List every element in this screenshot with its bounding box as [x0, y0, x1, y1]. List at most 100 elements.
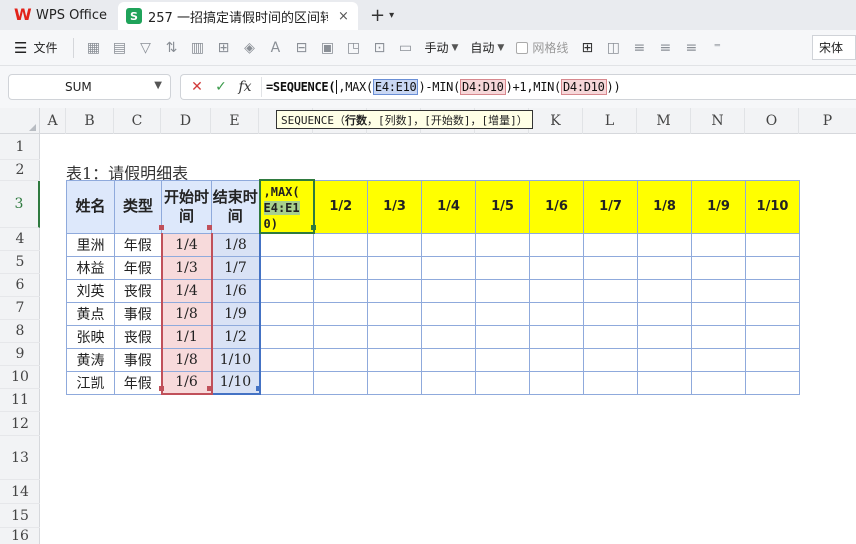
cell-end[interactable]: 1/7: [210, 255, 261, 280]
empty-cell[interactable]: [691, 301, 746, 326]
cell-start[interactable]: 1/4: [160, 278, 213, 303]
chevron-down-icon[interactable]: ▼: [154, 80, 162, 91]
image-icon[interactable]: ⊡: [368, 37, 390, 59]
empty-cell[interactable]: [259, 278, 314, 303]
empty-cell[interactable]: [313, 232, 368, 257]
empty-cell[interactable]: [475, 278, 530, 303]
row-header-15[interactable]: 15: [0, 504, 40, 528]
empty-cell[interactable]: [475, 324, 530, 349]
empty-cell[interactable]: [313, 370, 368, 395]
borders-icon[interactable]: ⊞: [212, 37, 234, 59]
cell-name[interactable]: 黄点: [66, 301, 115, 326]
active-cell-f3[interactable]: ,MAX(E4:E1 0): [258, 179, 315, 234]
empty-cell[interactable]: [529, 232, 584, 257]
range-handle-start-top-right[interactable]: [207, 225, 212, 230]
empty-cell[interactable]: [691, 278, 746, 303]
auto-dropdown[interactable]: 自动 ▼: [470, 39, 504, 56]
cell-end[interactable]: 1/2: [210, 324, 261, 349]
close-tab-icon[interactable]: ×: [338, 9, 349, 24]
gridlines-checkbox[interactable]: [516, 41, 529, 54]
column-header-a[interactable]: A: [40, 108, 66, 134]
empty-cell[interactable]: [691, 324, 746, 349]
column-header-n[interactable]: N: [691, 108, 745, 134]
empty-cell[interactable]: [421, 278, 476, 303]
empty-cell[interactable]: [583, 370, 638, 395]
date-header[interactable]: 1/9: [691, 179, 746, 234]
cell-name[interactable]: 里洲: [66, 232, 115, 257]
empty-cell[interactable]: [691, 370, 746, 395]
cell-type[interactable]: 年假: [114, 232, 162, 257]
empty-cell[interactable]: [583, 255, 638, 280]
range-handle-start-bottom-left[interactable]: [159, 386, 164, 391]
wrap-icon[interactable]: ▣: [316, 37, 338, 59]
new-tab-button[interactable]: + ▾: [358, 0, 394, 30]
date-header[interactable]: 1/5: [475, 179, 530, 234]
empty-cell[interactable]: [637, 324, 692, 349]
empty-cell[interactable]: [745, 347, 800, 372]
empty-cell[interactable]: [529, 324, 584, 349]
empty-cell[interactable]: [529, 255, 584, 280]
empty-cell[interactable]: [313, 324, 368, 349]
empty-cell[interactable]: [637, 347, 692, 372]
column-header-m[interactable]: M: [637, 108, 691, 134]
empty-cell[interactable]: [367, 301, 422, 326]
cell-style-icon[interactable]: ◫: [602, 37, 624, 59]
cell-type[interactable]: 丧假: [114, 324, 162, 349]
chevron-down-icon[interactable]: ▾: [389, 10, 394, 21]
select-all-corner[interactable]: [0, 108, 40, 134]
header-type[interactable]: 类型: [114, 179, 162, 234]
empty-cell[interactable]: [259, 232, 314, 257]
empty-cell[interactable]: [637, 255, 692, 280]
empty-cell[interactable]: [313, 255, 368, 280]
gridlines-toggle[interactable]: 网格线: [516, 39, 568, 56]
date-header[interactable]: 1/2: [313, 179, 368, 234]
row-header-7[interactable]: 7: [0, 297, 40, 320]
range-handle-start-top-left[interactable]: [159, 225, 164, 230]
empty-cell[interactable]: [367, 324, 422, 349]
cell-type[interactable]: 事假: [114, 347, 162, 372]
empty-cell[interactable]: [583, 278, 638, 303]
header-end[interactable]: 结束时间: [211, 179, 260, 234]
empty-cell[interactable]: [637, 278, 692, 303]
date-header[interactable]: 1/8: [637, 179, 692, 234]
header-start[interactable]: 开始时间: [161, 179, 212, 234]
align-center-icon[interactable]: ≡: [654, 37, 676, 59]
empty-cell[interactable]: [691, 255, 746, 280]
number-format-icon[interactable]: ▦: [82, 37, 104, 59]
empty-cell[interactable]: [259, 347, 314, 372]
empty-cell[interactable]: [583, 347, 638, 372]
tooltip-arg-rows[interactable]: 行数: [345, 114, 367, 127]
row-header-13[interactable]: 13: [0, 436, 40, 480]
formula-input-area[interactable]: ✕ ✓ fx =SEQUENCE(,MAX(E4:E10)-MIN(D4:D10…: [180, 74, 856, 100]
date-header[interactable]: 1/4: [421, 179, 476, 234]
cell-name[interactable]: 林益: [66, 255, 115, 280]
column-header-o[interactable]: O: [745, 108, 799, 134]
row-header-9[interactable]: 9: [0, 343, 40, 366]
file-menu-button[interactable]: ☰ 文件: [0, 39, 67, 57]
confirm-icon[interactable]: ✓: [209, 79, 233, 95]
row-header-2[interactable]: 2: [0, 160, 40, 181]
date-header[interactable]: 1/10: [745, 179, 800, 234]
column-header-b[interactable]: B: [66, 108, 114, 134]
empty-cell[interactable]: [475, 347, 530, 372]
empty-cell[interactable]: [637, 301, 692, 326]
cell-start[interactable]: 1/8: [160, 347, 213, 372]
empty-cell[interactable]: [583, 232, 638, 257]
empty-cell[interactable]: [421, 370, 476, 395]
empty-cell[interactable]: [367, 370, 422, 395]
header-name[interactable]: 姓名: [66, 179, 115, 234]
cell-type[interactable]: 丧假: [114, 278, 162, 303]
row-header-3[interactable]: 3: [0, 181, 40, 228]
empty-cell[interactable]: [583, 301, 638, 326]
cell-start[interactable]: 1/6: [160, 370, 213, 395]
range-handle-start-bottom-right[interactable]: [207, 386, 212, 391]
row-header-10[interactable]: 10: [0, 366, 40, 389]
empty-cell[interactable]: [475, 255, 530, 280]
sort-icon[interactable]: ⇅: [160, 37, 182, 59]
align-right-icon[interactable]: ≡: [680, 37, 702, 59]
table-style-icon[interactable]: ⊞: [576, 37, 598, 59]
date-header[interactable]: 1/7: [583, 179, 638, 234]
empty-cell[interactable]: [421, 301, 476, 326]
fill-handle[interactable]: [311, 225, 316, 230]
empty-cell[interactable]: [259, 324, 314, 349]
